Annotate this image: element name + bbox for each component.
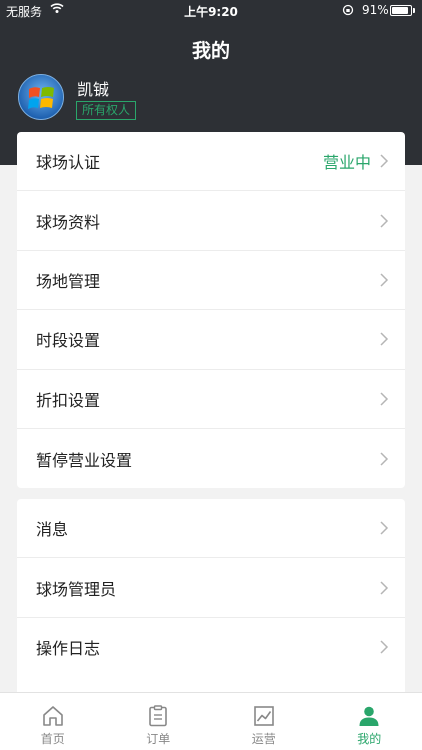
chevron-right-icon	[380, 392, 389, 406]
chevron-right-icon	[380, 332, 389, 346]
menu-item-course-info[interactable]: 球场资料	[17, 191, 405, 251]
menu-group-course: 球场认证 营业中 球场资料 场地管理 时段设置 折扣设置 暂停营业设置	[17, 132, 405, 488]
tab-orders[interactable]: 订单	[106, 693, 212, 750]
menu-group-admin: 消息 球场管理员 操作日志	[17, 499, 405, 699]
menu-item-label: 折扣设置	[36, 390, 101, 410]
tab-label: 运营	[251, 732, 276, 746]
business-status: 营业中	[322, 153, 371, 173]
menu-item-venue-management[interactable]: 场地管理	[17, 251, 405, 311]
chevron-right-icon	[380, 521, 389, 535]
tab-mine[interactable]: 我的	[317, 693, 422, 750]
chevron-right-icon	[380, 452, 389, 466]
menu-item-label: 场地管理	[36, 271, 101, 291]
status-time: 上午9:20	[184, 5, 238, 19]
chevron-right-icon	[380, 640, 389, 654]
chart-icon	[253, 706, 274, 726]
windows-logo-icon	[19, 75, 63, 119]
menu-item-discount-settings[interactable]: 折扣设置	[17, 370, 405, 429]
user-icon	[359, 706, 379, 726]
menu-item-label: 球场管理员	[36, 579, 117, 599]
chevron-right-icon	[380, 154, 389, 168]
menu-item-label: 时段设置	[36, 331, 101, 351]
menu-item-pause-business-settings[interactable]: 暂停营业设置	[17, 429, 405, 488]
clipboard-icon	[149, 705, 168, 727]
tab-home[interactable]: 首页	[0, 693, 106, 750]
menu-item-course-certification[interactable]: 球场认证 营业中	[17, 132, 405, 192]
status-bar: 无服务 上午9:20 91%	[0, 0, 422, 22]
battery-percentage: 91%	[362, 3, 389, 17]
tab-label: 订单	[146, 732, 171, 746]
tab-label: 我的	[357, 732, 382, 746]
chevron-right-icon	[380, 581, 389, 595]
menu-item-label: 操作日志	[36, 639, 101, 659]
orientation-lock-icon	[342, 4, 354, 19]
role-badge: 所有权人	[76, 101, 137, 120]
tab-operations[interactable]: 运营	[211, 693, 317, 750]
menu-item-messages[interactable]: 消息	[17, 499, 405, 559]
menu-item-label: 球场资料	[36, 212, 101, 232]
battery-tip	[413, 8, 415, 13]
menu-item-label: 消息	[36, 520, 69, 540]
tab-bar: 首页 订单 运营 我的	[0, 692, 422, 750]
menu-item-course-admins[interactable]: 球场管理员	[17, 558, 405, 618]
avatar[interactable]	[18, 74, 64, 120]
menu-item-label: 球场认证	[36, 153, 101, 173]
menu-item-label: 暂停营业设置	[36, 450, 133, 470]
menu-item-operation-log[interactable]: 操作日志	[17, 618, 405, 677]
chevron-right-icon	[380, 214, 389, 228]
home-icon	[42, 706, 63, 726]
user-name: 凯铖	[77, 80, 110, 99]
battery-icon	[390, 5, 412, 16]
page-title: 我的	[191, 40, 230, 62]
chevron-right-icon	[380, 273, 389, 287]
tab-label: 首页	[40, 732, 65, 746]
menu-item-time-slot-settings[interactable]: 时段设置	[17, 310, 405, 370]
